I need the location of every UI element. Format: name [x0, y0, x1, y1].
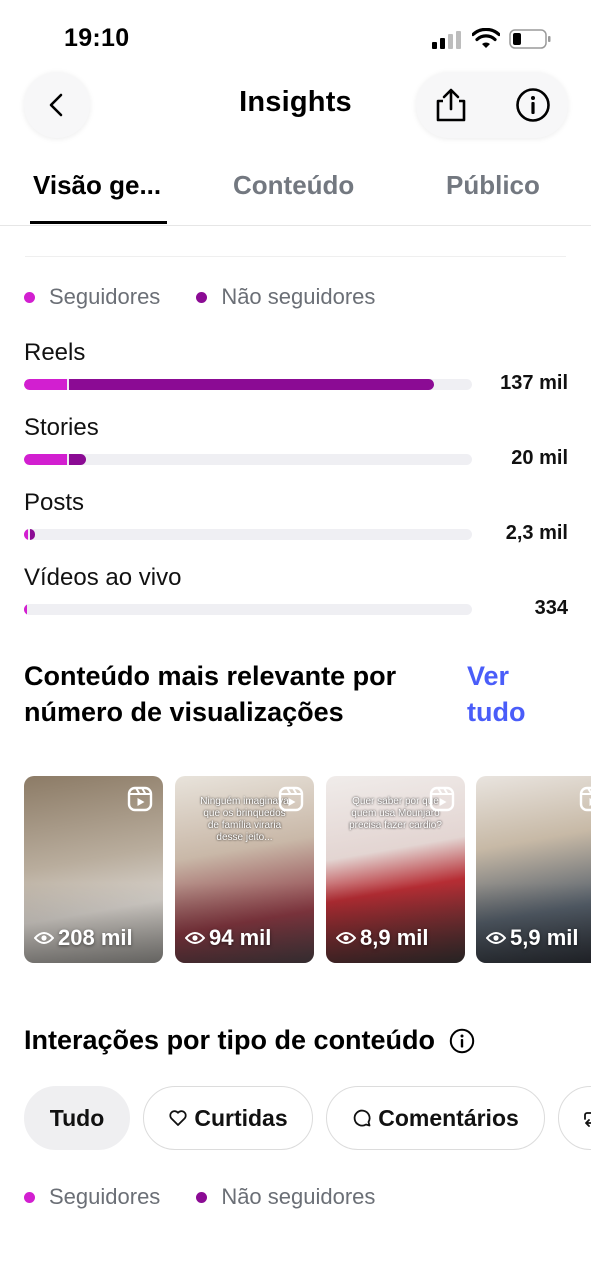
- thumbnail-shade: [326, 883, 465, 963]
- repost-icon: [584, 1112, 591, 1127]
- thumbnail-views: 8,9 mil: [336, 925, 428, 951]
- bar-followers-segment: [24, 604, 27, 615]
- bar-row-stories: Stories 20 mil: [24, 414, 568, 484]
- followers-dot: [24, 1191, 35, 1203]
- bar-non-followers-segment: [68, 379, 434, 390]
- chip-label: Tudo: [49, 1104, 105, 1131]
- content-thumbnail[interactable]: Quer saber por que quem usa Mounjaro pre…: [326, 776, 465, 963]
- see-all-link[interactable]: Ver tudo: [467, 658, 567, 730]
- eye-icon: [486, 932, 506, 944]
- bar-non-followers-segment: [30, 529, 35, 540]
- eye-icon: [34, 932, 54, 944]
- battery-icon: [509, 29, 551, 49]
- bar-track: [24, 529, 472, 540]
- legend-followers-label: Seguidores: [49, 1184, 161, 1209]
- bar-label: Stories: [24, 414, 99, 441]
- thumbnail-views-value: 5,9 mil: [510, 925, 579, 950]
- followers-dot: [24, 291, 35, 303]
- share-icon: [436, 88, 466, 122]
- interactions-legend: Seguidores Não seguidores: [24, 1182, 411, 1212]
- content-thumbnail[interactable]: Ninguém imaginava que os brinquedos de f…: [175, 776, 314, 963]
- status-time: 19:10: [64, 24, 130, 52]
- views-legend: Seguidores Não seguidores: [24, 282, 411, 312]
- bar-value: 137 mil: [500, 372, 568, 394]
- bar-row-posts: Posts 2,3 mil: [24, 489, 568, 559]
- bar-value: 334: [534, 597, 568, 619]
- thumbnail-shade: [476, 883, 591, 963]
- filter-chip-all[interactable]: Tudo: [24, 1086, 130, 1150]
- bar-track: [24, 454, 472, 465]
- thumbnail-views-value: 94 mil: [209, 925, 272, 950]
- heart-icon: [169, 1110, 187, 1126]
- thumbnail-views: 94 mil: [185, 925, 271, 951]
- interactions-title: Interações por tipo de conteúdo: [24, 1025, 475, 1056]
- content-thumbnail[interactable]: 5,9 mil: [476, 776, 591, 963]
- header-actions: [416, 72, 568, 138]
- legend-non-followers-label: Não seguidores: [221, 1184, 376, 1209]
- cellular-signal-icon: [432, 31, 461, 49]
- info-icon[interactable]: [449, 1028, 475, 1054]
- reels-icon: [278, 786, 304, 812]
- bar-followers-segment: [24, 379, 67, 390]
- bar-value: 2,3 mil: [505, 522, 568, 544]
- non-followers-dot: [196, 291, 208, 303]
- reels-icon: [127, 786, 153, 812]
- filter-chip-likes[interactable]: Curtidas: [143, 1086, 313, 1150]
- interaction-filter-chips: Tudo Curtidas Comentários: [24, 1086, 591, 1150]
- legend-non-followers: Não seguidores: [196, 284, 375, 310]
- tab-bar: Visão ge... Conteúdo Público: [0, 160, 591, 226]
- tab-audience[interactable]: Público: [446, 170, 540, 201]
- eye-icon: [336, 932, 356, 944]
- bar-followers-segment: [24, 454, 67, 465]
- share-button[interactable]: [430, 84, 472, 126]
- thumbnail-shade: [24, 883, 163, 963]
- chip-label: Curtidas: [194, 1104, 288, 1131]
- bar-track: [24, 379, 472, 390]
- legend-followers: Seguidores: [24, 284, 160, 310]
- bar-followers-segment: [24, 529, 29, 540]
- top-content-carousel: 208 mil Ninguém imaginava que os brinque…: [24, 776, 591, 963]
- bar-label: Posts: [24, 489, 85, 516]
- bar-label: Reels: [24, 339, 86, 366]
- content-thumbnail[interactable]: 208 mil: [24, 776, 163, 963]
- section-divider: [25, 256, 566, 257]
- interactions-title-text: Interações por tipo de conteúdo: [24, 1025, 436, 1055]
- eye-icon: [185, 932, 205, 944]
- wifi-icon: [472, 28, 500, 48]
- filter-chip-reposts[interactable]: [558, 1086, 591, 1150]
- non-followers-dot: [196, 1191, 208, 1203]
- comment-icon: [353, 1109, 371, 1127]
- legend-followers-label: Seguidores: [49, 284, 161, 309]
- bar-row-live-videos: Vídeos ao vivo 334: [24, 564, 568, 634]
- thumbnail-views-value: 208 mil: [58, 925, 133, 950]
- legend-non-followers: Não seguidores: [196, 1184, 375, 1210]
- status-bar: 19:10: [0, 0, 591, 70]
- bar-row-reels: Reels 137 mil: [24, 339, 568, 409]
- bar-non-followers-segment: [68, 454, 86, 465]
- chip-label: Comentários: [378, 1104, 519, 1131]
- tab-overview[interactable]: Visão ge...: [33, 170, 161, 201]
- thumbnail-views: 208 mil: [34, 925, 133, 951]
- tab-active-indicator: [30, 221, 167, 224]
- top-content-title: Conteúdo mais relevante por número de vi…: [24, 661, 397, 727]
- info-icon: [516, 88, 550, 122]
- thumbnail-shade: [175, 883, 314, 963]
- reels-icon: [579, 786, 591, 812]
- tab-content[interactable]: Conteúdo: [233, 170, 354, 201]
- bar-value: 20 mil: [511, 447, 568, 469]
- legend-non-followers-label: Não seguidores: [221, 284, 376, 309]
- legend-followers: Seguidores: [24, 1184, 160, 1210]
- bar-track: [24, 604, 472, 615]
- bar-label: Vídeos ao vivo: [24, 564, 182, 591]
- filter-chip-comments[interactable]: Comentários: [326, 1086, 545, 1150]
- info-button[interactable]: [512, 84, 554, 126]
- thumbnail-views: 5,9 mil: [486, 925, 578, 951]
- reels-icon: [429, 786, 455, 812]
- thumbnail-views-value: 8,9 mil: [360, 925, 429, 950]
